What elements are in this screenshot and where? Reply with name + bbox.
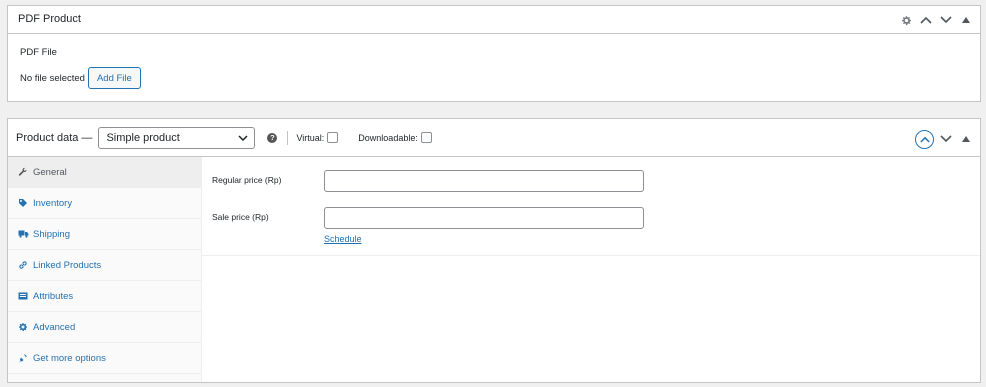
- tab-label: Attributes: [33, 290, 74, 302]
- tab-linked-products[interactable]: Linked Products: [8, 250, 201, 281]
- product-type-value: Simple product: [106, 131, 180, 144]
- tab-label: Inventory: [33, 197, 73, 209]
- tab-label: Get more options: [33, 352, 106, 364]
- downloadable-label: Downloadable:: [358, 132, 418, 143]
- link-icon: [17, 259, 29, 271]
- chevron-up-icon[interactable]: [918, 12, 934, 28]
- file-status: No file selected: [20, 72, 85, 84]
- product-data-title: Product data —: [16, 131, 93, 144]
- metabox-header: PDF Product: [8, 6, 980, 34]
- downloadable-option[interactable]: Downloadable:: [358, 132, 432, 143]
- virtual-option[interactable]: Virtual:: [296, 132, 339, 143]
- tab-inventory[interactable]: Inventory: [8, 188, 201, 219]
- tab-advanced[interactable]: Advanced: [8, 312, 201, 343]
- list-icon: [17, 290, 29, 302]
- product-data-header: Product data — Simple product ? Virtual:…: [8, 119, 980, 157]
- product-data-tabs: General Inventory Shipping Linked Produc…: [8, 157, 202, 382]
- regular-price-input[interactable]: [324, 170, 644, 192]
- sale-price-input[interactable]: [324, 207, 644, 229]
- tab-label: Advanced: [33, 321, 76, 333]
- wrench-icon: [17, 166, 29, 178]
- gear-icon[interactable]: [898, 12, 914, 28]
- separator: [287, 130, 289, 145]
- chevron-down-icon[interactable]: [938, 131, 954, 147]
- pdf-file-label: PDF File: [20, 47, 57, 58]
- gear-icon: [17, 321, 29, 333]
- toggle-panel-icon[interactable]: [958, 131, 974, 147]
- help-icon[interactable]: ?: [267, 132, 278, 143]
- tab-attributes[interactable]: Attributes: [8, 281, 201, 312]
- virtual-checkbox[interactable]: [327, 132, 339, 143]
- move-up-icon[interactable]: [915, 129, 934, 149]
- tab-shipping[interactable]: Shipping: [8, 219, 201, 250]
- regular-price-label: Regular price (Rp): [212, 175, 282, 185]
- metabox-title: PDF Product: [18, 13, 81, 25]
- chevron-down-icon[interactable]: [938, 12, 954, 28]
- tab-label: Shipping: [33, 228, 70, 240]
- toggle-panel-icon[interactable]: [958, 12, 974, 28]
- add-file-button[interactable]: Add File: [87, 67, 141, 89]
- truck-icon: [17, 228, 29, 240]
- tab-general[interactable]: General: [8, 157, 201, 188]
- sale-price-label: Sale price (Rp): [212, 212, 269, 222]
- pdf-product-metabox: PDF Product PDF File No file selected Ad…: [7, 5, 981, 102]
- select-arrow-icon: [238, 134, 248, 141]
- general-panel: Regular price (Rp) Sale price (Rp) Sched…: [202, 157, 980, 256]
- tab-get-more-options[interactable]: Get more options: [8, 343, 201, 374]
- tag-icon: [17, 197, 29, 209]
- product-type-select[interactable]: Simple product: [98, 126, 256, 149]
- plugin-icon: [17, 352, 29, 364]
- tab-label: Linked Products: [33, 259, 102, 271]
- schedule-link[interactable]: Schedule: [324, 234, 362, 244]
- tab-label: General: [33, 166, 67, 178]
- downloadable-checkbox[interactable]: [420, 132, 432, 143]
- virtual-label: Virtual:: [296, 132, 325, 143]
- product-data-metabox: Product data — Simple product ? Virtual:…: [7, 118, 981, 383]
